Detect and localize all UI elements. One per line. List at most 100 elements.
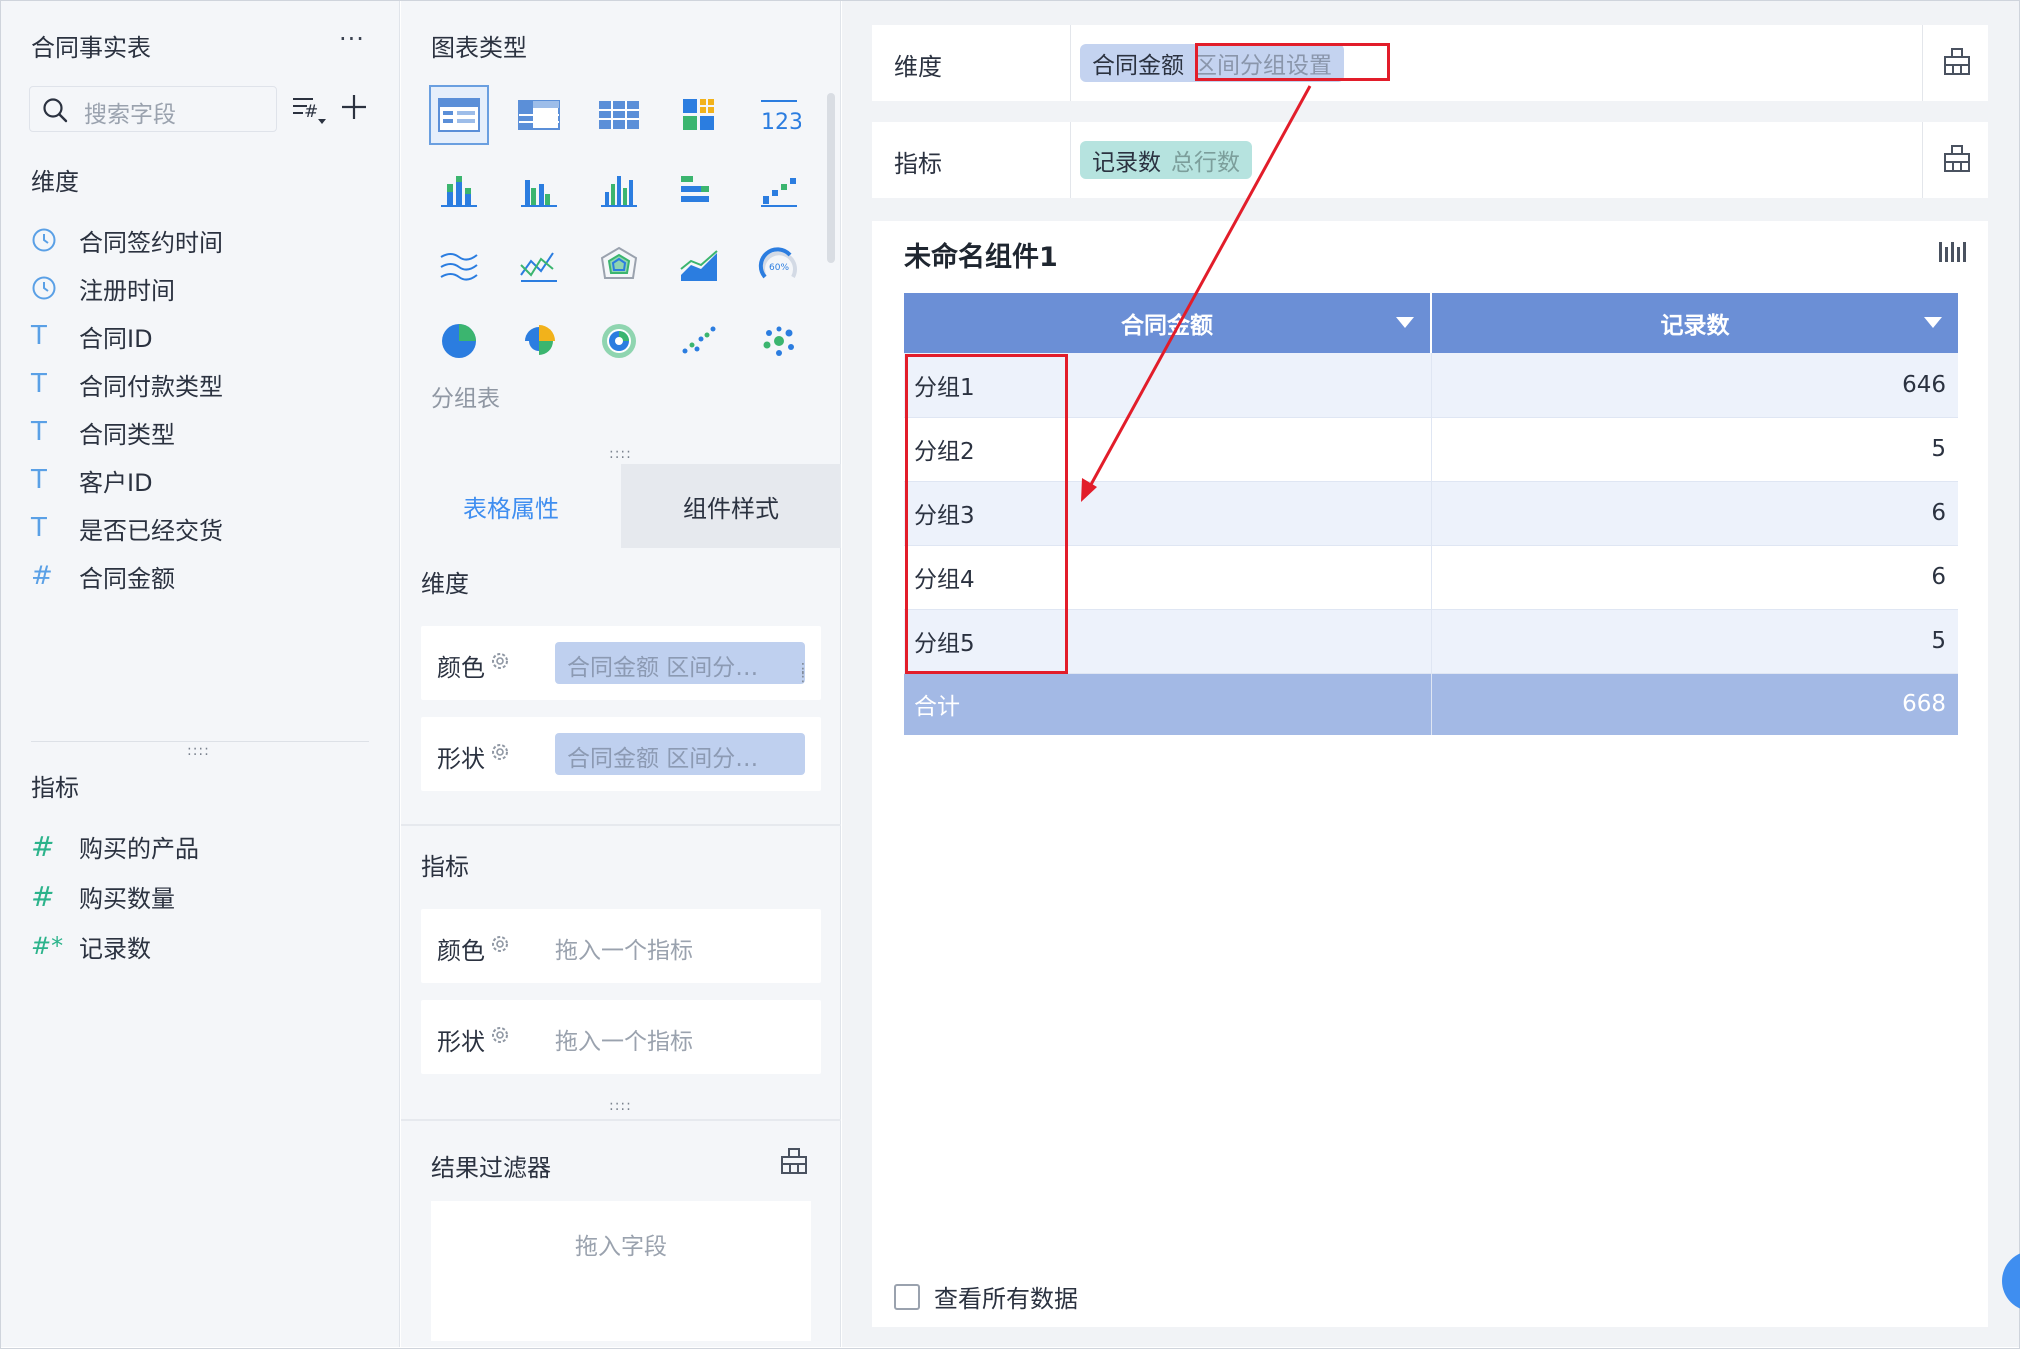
rose-pie-chart-icon[interactable] [509, 311, 569, 371]
view-all-data-toggle[interactable]: 查看所有数据 [894, 1279, 1078, 1314]
more-options-icon[interactable]: ··· [339, 25, 365, 53]
sort-dropdown-icon[interactable] [1396, 317, 1414, 328]
sort-dropdown-icon[interactable] [1924, 317, 1942, 328]
cross-table-chart-icon[interactable] [509, 85, 569, 145]
slot-divider [1922, 25, 1923, 101]
column-header-label: 合同金额 [1121, 313, 1213, 339]
clear-brush-icon[interactable] [1942, 144, 1972, 174]
bubble-chart-icon[interactable] [749, 311, 809, 371]
svg-text:123: 123 [761, 110, 801, 135]
dimension-field-payment-type[interactable]: T 合同付款类型 [31, 367, 223, 401]
dimension-field-contract-id[interactable]: T 合同ID [31, 319, 153, 353]
dimension-color-row[interactable]: 颜色 合同金额 区间分… [421, 626, 821, 700]
add-field-icon[interactable] [339, 92, 369, 122]
detail-table-chart-icon[interactable] [589, 85, 649, 145]
dimension-color-field-chip[interactable]: 合同金额 区间分… [555, 642, 805, 684]
slot-divider [1070, 25, 1071, 101]
field-label: 购买的产品 [79, 834, 199, 863]
field-label: 合同付款类型 [79, 372, 223, 401]
panel-resize-grip[interactable]: :::: [609, 447, 632, 461]
chart-types-title: 图表类型 [431, 34, 527, 62]
grouped-bar-chart-icon[interactable] [589, 160, 649, 220]
gear-icon[interactable] [489, 1024, 511, 1046]
chart-type-scrollbar[interactable] [827, 93, 835, 263]
result-filter-placeholder: 拖入字段 [575, 1234, 667, 1260]
result-filter-title: 结果过滤器 [431, 1154, 551, 1182]
multi-line-chart-icon[interactable] [429, 235, 489, 295]
dimension-field-contract-sign-time[interactable]: 合同签约时间 [31, 223, 223, 257]
view-all-checkbox[interactable] [894, 1283, 920, 1310]
panel-resize-grip[interactable]: :::: [187, 744, 210, 758]
result-filter-drop-zone[interactable]: 拖入字段 [431, 1201, 811, 1341]
column-header-record-count[interactable]: 记录数 [1431, 293, 1958, 353]
prop-label: 颜色 [437, 937, 485, 965]
gear-icon[interactable] [489, 933, 511, 955]
vertical-resize-grip[interactable]: ⋮ ⋮ [796, 662, 810, 684]
filter-brush-icon[interactable] [779, 1147, 809, 1175]
count-cell: 6 [1431, 481, 1958, 546]
dataset-title: 合同事实表 [31, 34, 151, 62]
heat-table-chart-icon[interactable] [669, 85, 729, 145]
metric-field-chip[interactable]: 记录数 总行数 [1080, 141, 1252, 179]
view-all-label: 查看所有数据 [934, 1285, 1078, 1313]
text-field-icon: T [31, 369, 47, 399]
field-label: 购买数量 [79, 884, 175, 913]
area-chart-icon[interactable] [669, 235, 729, 295]
svg-text:#: # [304, 102, 318, 122]
field-sort-icon[interactable]: # [291, 93, 331, 129]
waterfall-chart-icon[interactable] [749, 160, 809, 220]
text-field-icon: T [31, 417, 47, 447]
group-table-chart-icon[interactable] [429, 85, 489, 145]
config-tabs: 表格属性 组件样式 [401, 464, 841, 548]
search-field-box[interactable]: 搜索字段 [29, 86, 277, 132]
metric-color-row[interactable]: 颜色 拖入一个指标 [421, 909, 821, 983]
section-divider [401, 824, 841, 826]
tab-component-style[interactable]: 组件样式 [621, 464, 841, 548]
field-label: 注册时间 [79, 276, 175, 305]
barcode-icon[interactable] [1938, 239, 1970, 265]
count-cell: 5 [1431, 417, 1958, 482]
metric-field-purchase-quantity[interactable]: # 购买数量 [31, 879, 175, 913]
line-chart-icon[interactable] [509, 235, 569, 295]
clear-brush-icon[interactable] [1942, 47, 1972, 77]
dimension-field-contract-amount[interactable]: # 合同金额 [31, 559, 175, 593]
dimension-field-register-time[interactable]: 注册时间 [31, 271, 175, 305]
multi-series-bar-chart-icon[interactable] [509, 160, 569, 220]
metric-field-purchased-product[interactable]: # 购买的产品 [31, 829, 199, 863]
metric-shape-row[interactable]: 形状 拖入一个指标 [421, 1000, 821, 1074]
panel-resize-grip[interactable]: :::: [609, 1099, 632, 1113]
dimension-shape-row[interactable]: 形状 合同金额 区间分… [421, 717, 821, 791]
count-cell: 5 [1431, 609, 1958, 674]
dimension-field-customer-id[interactable]: T 客户ID [31, 463, 153, 497]
aggregation-setting-link[interactable]: 总行数 [1171, 143, 1240, 177]
count-cell: 6 [1431, 545, 1958, 610]
clock-icon [31, 273, 65, 303]
metric-field-record-count[interactable]: #* 记录数 [31, 929, 151, 963]
dimension-slot-label: 维度 [894, 53, 942, 81]
radar-chart-icon[interactable] [589, 235, 649, 295]
preview-panel: 维度 合同金额 区间分组设置 指标 记录数 总行数 未命名组件1 合同金额 记录… [842, 1, 2020, 1347]
stacked-bar-chart-icon[interactable] [429, 160, 489, 220]
text-field-icon: T [31, 321, 47, 351]
sunburst-chart-icon[interactable] [589, 311, 649, 371]
field-label: 是否已经交货 [79, 516, 223, 545]
text-field-icon: T [31, 465, 47, 495]
horizontal-bar-chart-icon[interactable] [669, 160, 729, 220]
number-field-icon: # [31, 879, 55, 913]
gear-icon[interactable] [489, 650, 511, 672]
dimension-shape-field-chip[interactable]: 合同金额 区间分… [555, 733, 805, 775]
pie-chart-icon[interactable] [429, 311, 489, 371]
metric-color-drop-target[interactable]: 拖入一个指标 [555, 931, 693, 965]
search-input[interactable]: 搜索字段 [84, 95, 176, 129]
collapse-side-button[interactable] [2002, 1251, 2020, 1311]
dimension-field-contract-type[interactable]: T 合同类型 [31, 415, 175, 449]
column-header-contract-amount[interactable]: 合同金额 [904, 293, 1432, 353]
scatter-chart-icon[interactable] [669, 311, 729, 371]
gear-icon[interactable] [489, 741, 511, 763]
kpi-number-chart-icon[interactable]: 123 [749, 85, 809, 145]
widget-title[interactable]: 未命名组件1 [904, 235, 1058, 274]
tab-table-properties[interactable]: 表格属性 [401, 464, 621, 548]
gauge-chart-icon[interactable]: 60% [749, 235, 809, 295]
dimension-field-delivered[interactable]: T 是否已经交货 [31, 511, 223, 545]
metric-shape-drop-target[interactable]: 拖入一个指标 [555, 1022, 693, 1056]
